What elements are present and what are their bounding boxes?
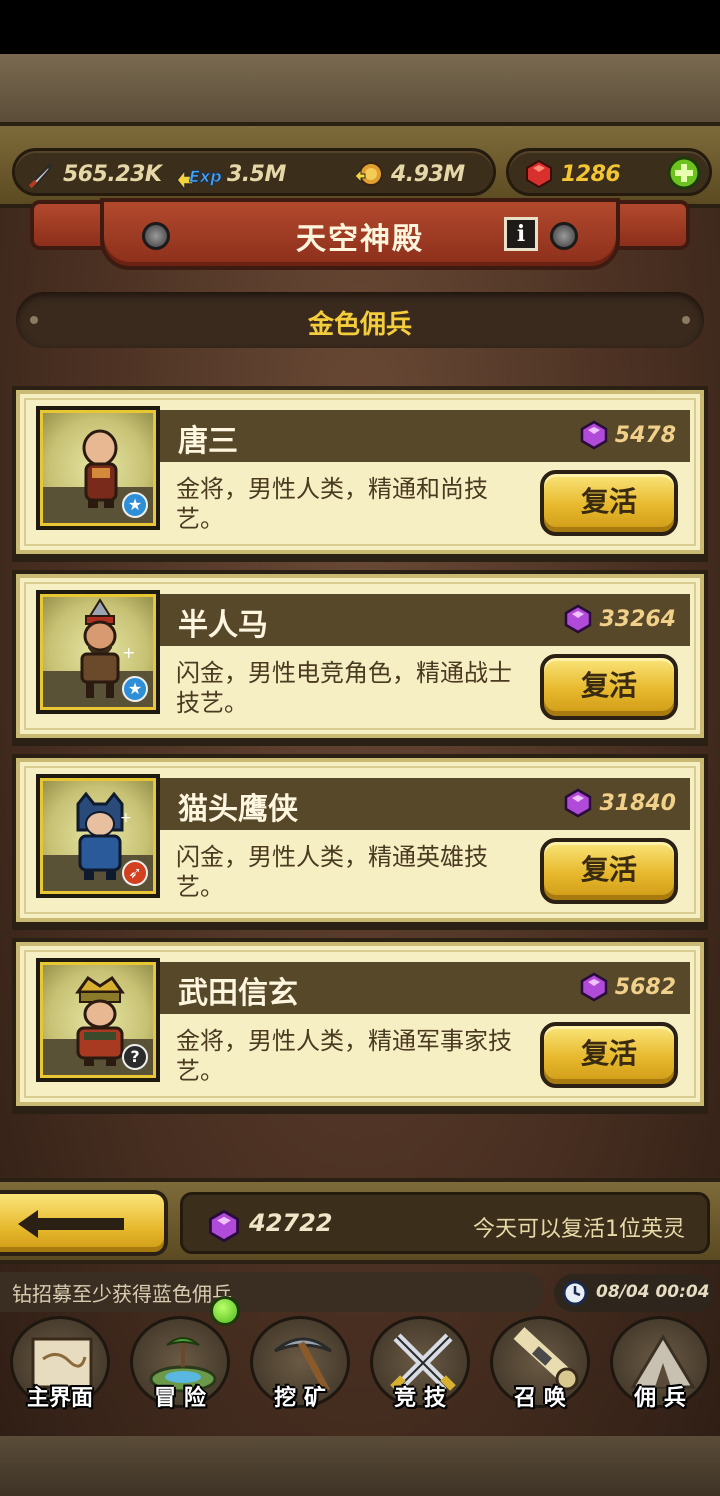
resource-pill-main: 565.23K Exp 3.5M 4.93M xyxy=(12,148,496,196)
hero-cost-value: 5682 xyxy=(614,974,676,1000)
section-title: 金色佣兵 xyxy=(307,310,412,340)
hero-portrait[interactable]: + ➶ xyxy=(36,774,160,898)
back-arrow-icon xyxy=(18,1210,124,1238)
hero-name-bar: 唐三 5478 xyxy=(160,410,690,462)
attack-resource: 565.23K xyxy=(25,158,162,190)
gem-total: 42722 xyxy=(249,1209,333,1237)
page-title: 天空神殿 xyxy=(296,222,424,257)
hero-portrait[interactable]: ★ xyxy=(36,406,160,530)
notification-dot xyxy=(210,1296,240,1326)
bottom-nav: 主界面 冒 险 挖 矿 竞 技 召 唤 佣 兵 xyxy=(0,1310,720,1436)
hero-cost: 31840 xyxy=(563,788,676,818)
hero-description: 闪金，男性电竞角色，精通战士技艺。 xyxy=(176,659,512,717)
hero-name-bar: 猫头鹰侠 31840 xyxy=(160,778,690,830)
nav-label: 竞 技 xyxy=(394,1386,446,1411)
exp-value: 3.5M xyxy=(227,161,286,187)
map-texture-bottom xyxy=(0,1436,720,1496)
hero-cost: 5478 xyxy=(579,420,676,450)
clock-time: 08/04 00:04 xyxy=(596,1282,710,1302)
hero-cost-value: 31840 xyxy=(599,790,676,816)
ruby-resource: 1286 xyxy=(523,158,621,190)
gem-balance: 42722 今天可以复活1位英灵 xyxy=(180,1192,710,1254)
nav-home[interactable]: 主界面 xyxy=(0,1310,120,1430)
back-button[interactable] xyxy=(0,1190,168,1256)
nav-label: 挖 矿 xyxy=(274,1386,326,1411)
resource-pill-ruby: 1286 xyxy=(506,148,712,196)
hero-cost-value: 5478 xyxy=(614,422,676,448)
add-ruby-icon[interactable] xyxy=(667,156,701,190)
gem-icon xyxy=(580,420,608,450)
nav-arena[interactable]: 竞 技 xyxy=(360,1310,480,1430)
hero-card: ★ 唐三 5478 金将，男性人类，精通和尚技艺。 复活 xyxy=(12,386,708,558)
hero-description: 金将，男性人类，精通和尚技艺。 xyxy=(176,475,488,533)
hero-name: 武田信玄 xyxy=(178,976,298,1011)
nav-label: 冒 险 xyxy=(154,1386,206,1411)
svg-text:Exp: Exp xyxy=(189,167,221,186)
hero-card: ? 武田信玄 5682 金将，男性人类，精通军事家技艺。 复活 xyxy=(12,938,708,1110)
status-bar xyxy=(0,0,720,54)
nav-label: 召 唤 xyxy=(514,1386,566,1411)
hero-portrait[interactable]: + ★ xyxy=(36,590,160,714)
ticker-text: 钻招募至少获得蓝色佣兵 xyxy=(12,1282,232,1306)
hero-cost: 5682 xyxy=(579,972,676,1002)
gem-icon xyxy=(208,1209,240,1243)
rank-badge: ? xyxy=(122,1044,148,1070)
gold-coin-icon xyxy=(354,162,383,186)
rank-badge: ★ xyxy=(122,676,148,702)
news-ticker: 钻招募至少获得蓝色佣兵 xyxy=(0,1272,544,1312)
hero-name-bar: 半人马 33264 xyxy=(160,594,690,646)
gem-icon xyxy=(580,972,608,1002)
clock-icon xyxy=(562,1280,588,1306)
gold-value: 4.93M xyxy=(391,161,465,187)
title-banner: 天空神殿 i xyxy=(100,198,620,270)
hero-description: 闪金，男性人类，精通英雄技艺。 xyxy=(176,843,488,901)
map-texture-top xyxy=(0,54,720,124)
hero-description: 金将，男性人类，精通军事家技艺。 xyxy=(176,1027,512,1085)
info-button[interactable]: i xyxy=(504,217,538,251)
section-header: 金色佣兵 xyxy=(16,292,704,348)
hero-card: + ★ 半人马 33264 闪金，男性电竞角色，精通战士技艺。 复活 xyxy=(12,570,708,742)
nav-label: 主界面 xyxy=(26,1386,93,1411)
hero-portrait[interactable]: ? xyxy=(36,958,160,1082)
nav-mercenary[interactable]: 佣 兵 xyxy=(600,1310,720,1430)
hero-card: + ➶ 猫头鹰侠 31840 闪金，男性人类，精通英雄技艺。 复活 xyxy=(12,754,708,926)
rank-badge: ➶ xyxy=(122,860,148,886)
resource-bar: 565.23K Exp 3.5M 4.93M 1286 xyxy=(0,122,720,208)
hero-name: 猫头鹰侠 xyxy=(178,792,298,827)
hero-name: 半人马 xyxy=(178,608,268,643)
revive-button[interactable]: 复活 xyxy=(540,1022,678,1088)
sword-icon xyxy=(28,163,52,189)
nav-adventure[interactable]: 冒 险 xyxy=(120,1310,240,1430)
revive-button[interactable]: 复活 xyxy=(540,838,678,904)
hero-cost-value: 33264 xyxy=(599,606,676,632)
nav-summon[interactable]: 召 唤 xyxy=(480,1310,600,1430)
attack-value: 565.23K xyxy=(63,161,162,187)
ruby-icon xyxy=(526,159,552,189)
bottom-bar: 42722 今天可以复活1位英灵 xyxy=(0,1178,720,1264)
bolt-right xyxy=(550,222,578,250)
revive-button[interactable]: 复活 xyxy=(540,654,678,720)
hero-name-bar: 武田信玄 5682 xyxy=(160,962,690,1014)
rank-badge: ★ xyxy=(122,492,148,518)
revive-button[interactable]: 复活 xyxy=(540,470,678,536)
ruby-value: 1286 xyxy=(561,161,621,187)
hero-cost: 33264 xyxy=(563,604,676,634)
exp-icon: Exp xyxy=(176,167,221,190)
svg-text:+: + xyxy=(122,643,135,662)
hero-name: 唐三 xyxy=(178,424,238,459)
nav-mining[interactable]: 挖 矿 xyxy=(240,1310,360,1430)
gold-resource: 4.93M xyxy=(353,158,465,190)
gem-icon xyxy=(565,788,592,818)
nav-label: 佣 兵 xyxy=(634,1386,686,1411)
svg-text:+: + xyxy=(120,810,132,826)
clock: 08/04 00:04 xyxy=(554,1274,714,1312)
section-dot-right xyxy=(682,316,690,324)
gem-icon xyxy=(565,604,592,634)
revive-limit-note: 今天可以复活1位英灵 xyxy=(473,1217,685,1242)
exp-resource: Exp 3.5M xyxy=(175,158,286,190)
